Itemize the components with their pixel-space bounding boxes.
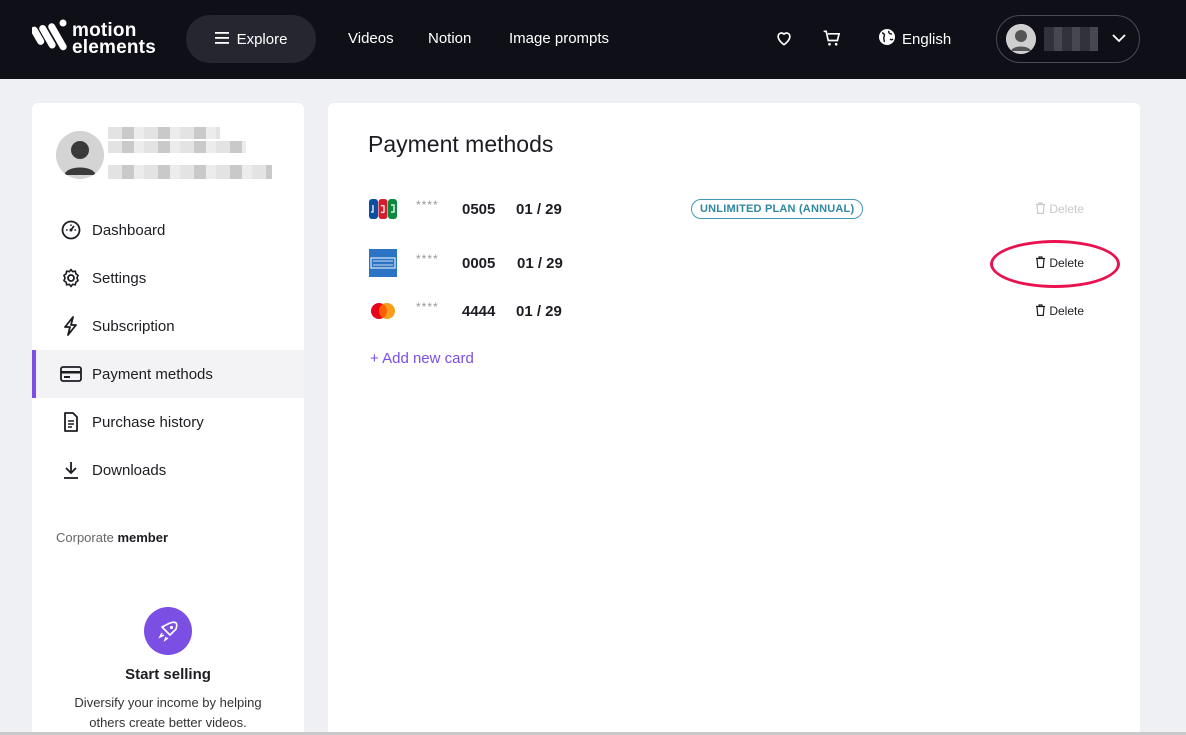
highlight-annotation bbox=[990, 240, 1120, 288]
rocket-icon[interactable] bbox=[144, 607, 192, 655]
sidebar-item-label: Subscription bbox=[92, 317, 175, 335]
profile-avatar bbox=[56, 131, 104, 179]
card-last-four: 0505 bbox=[462, 200, 496, 218]
card-number-mask: **** bbox=[416, 300, 439, 314]
redacted-name-line2 bbox=[108, 141, 246, 153]
logo-mark-icon bbox=[30, 18, 68, 60]
sidebar-menu: Dashboard Settings Subscription Payment … bbox=[32, 206, 304, 494]
globe-icon bbox=[878, 28, 896, 50]
nav-link-notion[interactable]: Notion bbox=[428, 30, 471, 47]
nav-link-videos[interactable]: Videos bbox=[348, 30, 394, 47]
language-label: English bbox=[902, 30, 952, 48]
start-selling-title[interactable]: Start selling bbox=[32, 666, 304, 683]
page-title: Payment methods bbox=[368, 131, 554, 157]
sidebar-item-label: Dashboard bbox=[92, 221, 166, 239]
sidebar-item-payment-methods[interactable]: Payment methods bbox=[32, 350, 304, 398]
plan-badge: UNLIMITED PLAN (ANNUAL) bbox=[691, 199, 864, 219]
language-selector[interactable]: English bbox=[878, 28, 951, 50]
trash-icon bbox=[1035, 303, 1046, 319]
member-type: Corporate bbox=[56, 530, 114, 545]
redacted-name bbox=[108, 127, 220, 139]
card-last-four: 0005 bbox=[462, 254, 496, 272]
lightning-icon bbox=[60, 315, 82, 337]
account-sidebar: Dashboard Settings Subscription Payment … bbox=[32, 103, 304, 735]
hamburger-icon bbox=[214, 31, 229, 48]
sidebar-item-dashboard[interactable]: Dashboard bbox=[32, 206, 304, 254]
credit-card-icon bbox=[60, 363, 82, 385]
cart-icon[interactable] bbox=[822, 28, 842, 48]
top-navigation-bar: motion elements Explore Videos Notion Im… bbox=[0, 0, 1186, 79]
sidebar-item-settings[interactable]: Settings bbox=[32, 254, 304, 302]
membership-status: Corporate member bbox=[56, 530, 168, 545]
heart-icon[interactable] bbox=[774, 28, 794, 48]
download-icon bbox=[60, 459, 82, 481]
explore-label: Explore bbox=[236, 30, 288, 48]
card-last-four: 4444 bbox=[462, 302, 496, 320]
user-menu-button[interactable] bbox=[996, 15, 1140, 63]
trash-icon bbox=[1035, 201, 1046, 217]
card-expiry: 01 / 29 bbox=[516, 200, 562, 218]
payment-card-row: **** 4444 01 / 29 Delete bbox=[368, 296, 1108, 326]
delete-card-button: Delete bbox=[1035, 201, 1084, 217]
sidebar-item-subscription[interactable]: Subscription bbox=[32, 302, 304, 350]
start-selling-description: Diversify your income by helping others … bbox=[74, 695, 262, 730]
card-number-mask: **** bbox=[416, 198, 439, 212]
sidebar-item-label: Downloads bbox=[92, 461, 167, 479]
card-expiry: 01 / 29 bbox=[516, 302, 562, 320]
delete-label: Delete bbox=[1049, 202, 1084, 216]
payment-methods-panel: Payment methods **** 0505 01 / 29 UNLIMI… bbox=[328, 103, 1140, 735]
redacted-username bbox=[1044, 27, 1098, 51]
sidebar-item-purchase-history[interactable]: Purchase history bbox=[32, 398, 304, 446]
sidebar-item-label: Purchase history bbox=[92, 413, 204, 431]
card-expiry: 01 / 29 bbox=[517, 254, 563, 272]
payment-card-row: **** 0505 01 / 29 UNLIMITED PLAN (ANNUAL… bbox=[368, 194, 1108, 224]
member-label: member bbox=[117, 530, 169, 545]
chevron-down-icon bbox=[1112, 30, 1126, 48]
explore-button[interactable]: Explore bbox=[186, 15, 316, 63]
receipt-icon bbox=[60, 411, 82, 433]
avatar bbox=[1006, 24, 1036, 54]
logo-text-line2: elements bbox=[72, 37, 156, 58]
mastercard-logo-icon bbox=[368, 298, 398, 324]
delete-card-button[interactable]: Delete bbox=[1035, 303, 1084, 319]
jcb-logo-icon bbox=[368, 196, 398, 222]
sidebar-item-label: Payment methods bbox=[92, 365, 213, 383]
delete-label: Delete bbox=[1049, 304, 1084, 318]
redacted-email bbox=[108, 165, 272, 179]
sidebar-item-downloads[interactable]: Downloads bbox=[32, 446, 304, 494]
sidebar-item-label: Settings bbox=[92, 269, 147, 287]
nav-link-image-prompts[interactable]: Image prompts bbox=[509, 30, 609, 47]
add-new-card-link[interactable]: + Add new card bbox=[370, 350, 474, 367]
card-number-mask: **** bbox=[416, 252, 439, 266]
gear-icon bbox=[60, 267, 82, 289]
motion-elements-logo[interactable]: motion elements bbox=[30, 18, 156, 60]
dashboard-icon bbox=[60, 219, 82, 241]
amex-logo-icon bbox=[368, 249, 398, 277]
